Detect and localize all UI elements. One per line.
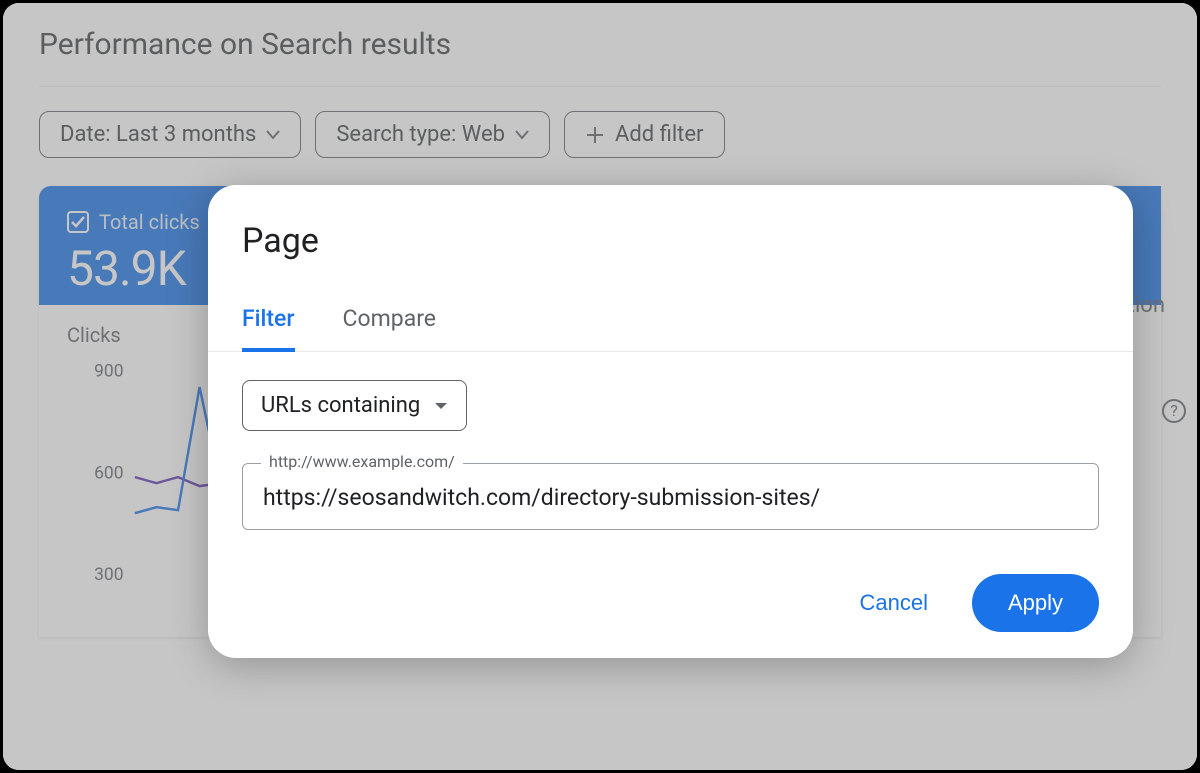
apply-button[interactable]: Apply: [972, 574, 1099, 632]
url-match-dropdown[interactable]: URLs containing: [242, 380, 467, 431]
dialog-title: Page: [242, 221, 1099, 261]
url-field-wrap: http://www.example.com/: [242, 463, 1099, 530]
url-match-dropdown-label: URLs containing: [261, 393, 420, 418]
tab-filter[interactable]: Filter: [242, 305, 295, 352]
tab-compare[interactable]: Compare: [343, 305, 436, 352]
dialog-tabs: Filter Compare: [208, 305, 1133, 352]
dialog-actions: Cancel Apply: [242, 574, 1099, 632]
chevron-down-icon: [434, 401, 448, 411]
url-field-label: http://www.example.com/: [261, 452, 463, 471]
cancel-button[interactable]: Cancel: [839, 578, 947, 628]
page-filter-dialog: Page Filter Compare URLs containing http…: [208, 185, 1133, 658]
url-input[interactable]: [263, 484, 1078, 511]
